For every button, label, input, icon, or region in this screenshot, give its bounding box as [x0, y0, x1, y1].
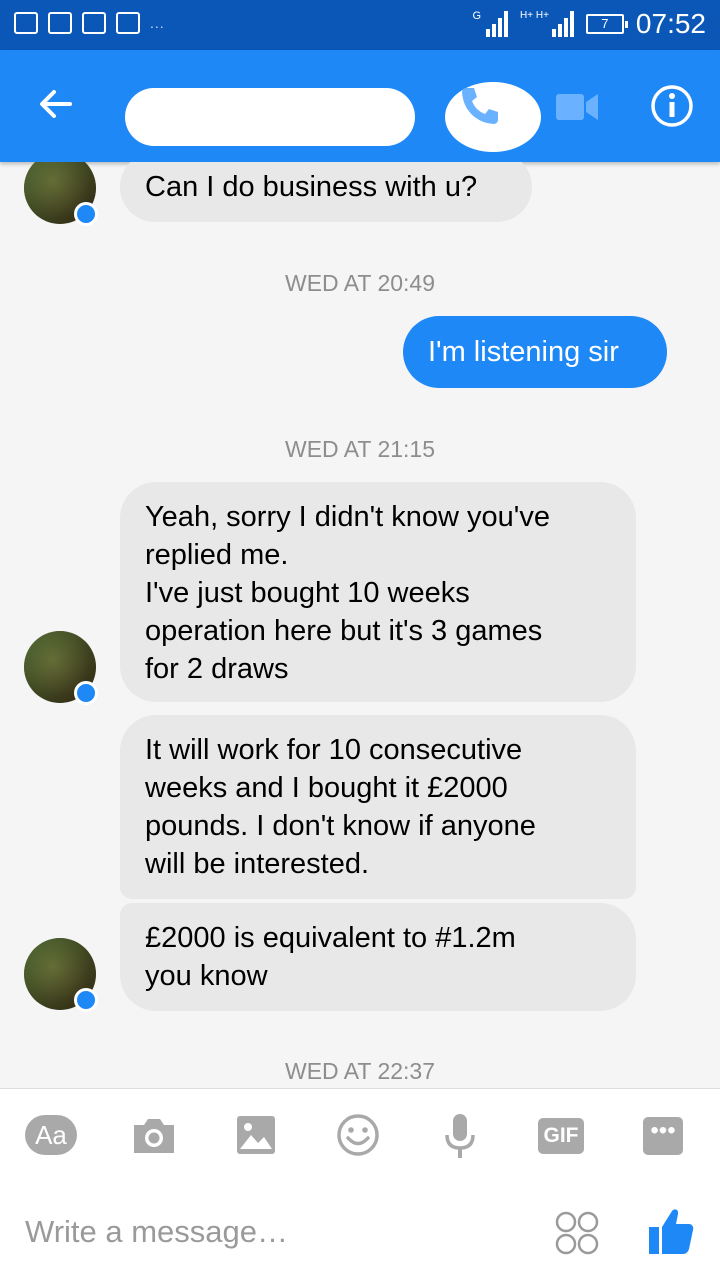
status-bar: ... G H+ H+ 7 07:52	[0, 0, 720, 50]
message-line: for 2 draws	[145, 653, 289, 685]
mail-icon	[82, 12, 106, 34]
gif-icon[interactable]: GIF	[538, 1118, 584, 1154]
overflow-dots: ...	[150, 15, 165, 31]
avatar[interactable]	[24, 631, 98, 705]
download-icon	[48, 12, 72, 34]
message-line: I've just bought 10 weeks	[145, 577, 470, 609]
emoji-icon[interactable]	[336, 1113, 380, 1157]
message-line: will be interested.	[145, 848, 370, 880]
mail-icon	[116, 12, 140, 34]
message-line: you know	[145, 960, 268, 992]
messenger-badge-icon	[74, 988, 98, 1012]
message-bubble-outgoing[interactable]: I'm listening sir	[403, 316, 667, 388]
info-icon[interactable]	[650, 84, 694, 128]
message-line: £2000 is equivalent to #1.2m	[145, 922, 516, 954]
system-icons: G H+ H+ 7 07:52	[472, 8, 706, 40]
video-camera-icon[interactable]	[556, 90, 598, 124]
timestamp: WED AT 20:49	[285, 270, 435, 296]
camera-icon[interactable]	[132, 1115, 176, 1155]
notification-icons: ...	[14, 12, 165, 34]
message-bubble-incoming[interactable]: £2000 is equivalent to #1.2m you know	[120, 903, 636, 1011]
message-list[interactable]: Can I do business with u? WED AT 20:49 I…	[0, 162, 720, 1088]
message-bubble-incoming[interactable]: Yeah, sorry I didn't know you've replied…	[120, 482, 636, 702]
battery-icon: 7	[585, 14, 628, 34]
notification-icon	[14, 12, 38, 34]
sticker-emoji-icon[interactable]	[555, 1211, 599, 1255]
messenger-badge-icon	[74, 681, 98, 705]
signal-icon: G	[472, 10, 509, 37]
messenger-badge-icon	[74, 202, 98, 226]
battery-level: 7	[601, 16, 609, 31]
clock: 07:52	[635, 8, 706, 39]
avatar[interactable]	[24, 938, 98, 1012]
message-bubble-incoming[interactable]: It will work for 10 consecutive weeks an…	[120, 715, 636, 899]
message-input[interactable]: Write a message…	[25, 1214, 288, 1250]
timestamp: WED AT 22:37	[285, 1058, 435, 1084]
image-icon[interactable]	[236, 1115, 276, 1155]
phone-icon[interactable]	[458, 84, 502, 128]
text-format-icon[interactable]: Aa	[25, 1115, 77, 1155]
more-icon[interactable]: •••	[643, 1117, 683, 1155]
microphone-icon[interactable]	[444, 1113, 476, 1159]
message-line: Yeah, sorry I didn't know you've	[145, 501, 550, 533]
network-type-label: G	[472, 10, 482, 22]
back-arrow-icon[interactable]	[36, 84, 76, 124]
message-text: Can I do business with u?	[145, 171, 478, 203]
message-line: It will work for 10 consecutive	[145, 734, 523, 766]
signal-icon: H+ H+	[520, 11, 574, 37]
message-line: weeks and I bought it £2000	[145, 772, 508, 804]
conversation-header	[0, 50, 720, 162]
message-line: pounds. I don't know if anyone	[145, 810, 536, 842]
avatar[interactable]	[24, 162, 98, 226]
message-text: I'm listening sir	[428, 336, 619, 368]
composer: Aa GIF ••• Write a message…	[0, 1088, 720, 1281]
message-line: operation here but it's 3 games	[145, 615, 543, 647]
like-thumbs-up-icon[interactable]	[648, 1207, 694, 1255]
message-line: replied me.	[145, 539, 289, 571]
message-bubble-incoming[interactable]: Can I do business with u?	[120, 162, 532, 222]
contact-name-redaction[interactable]	[125, 82, 541, 152]
network-type-label: H+ H+	[520, 10, 549, 21]
timestamp: WED AT 21:15	[285, 436, 435, 462]
